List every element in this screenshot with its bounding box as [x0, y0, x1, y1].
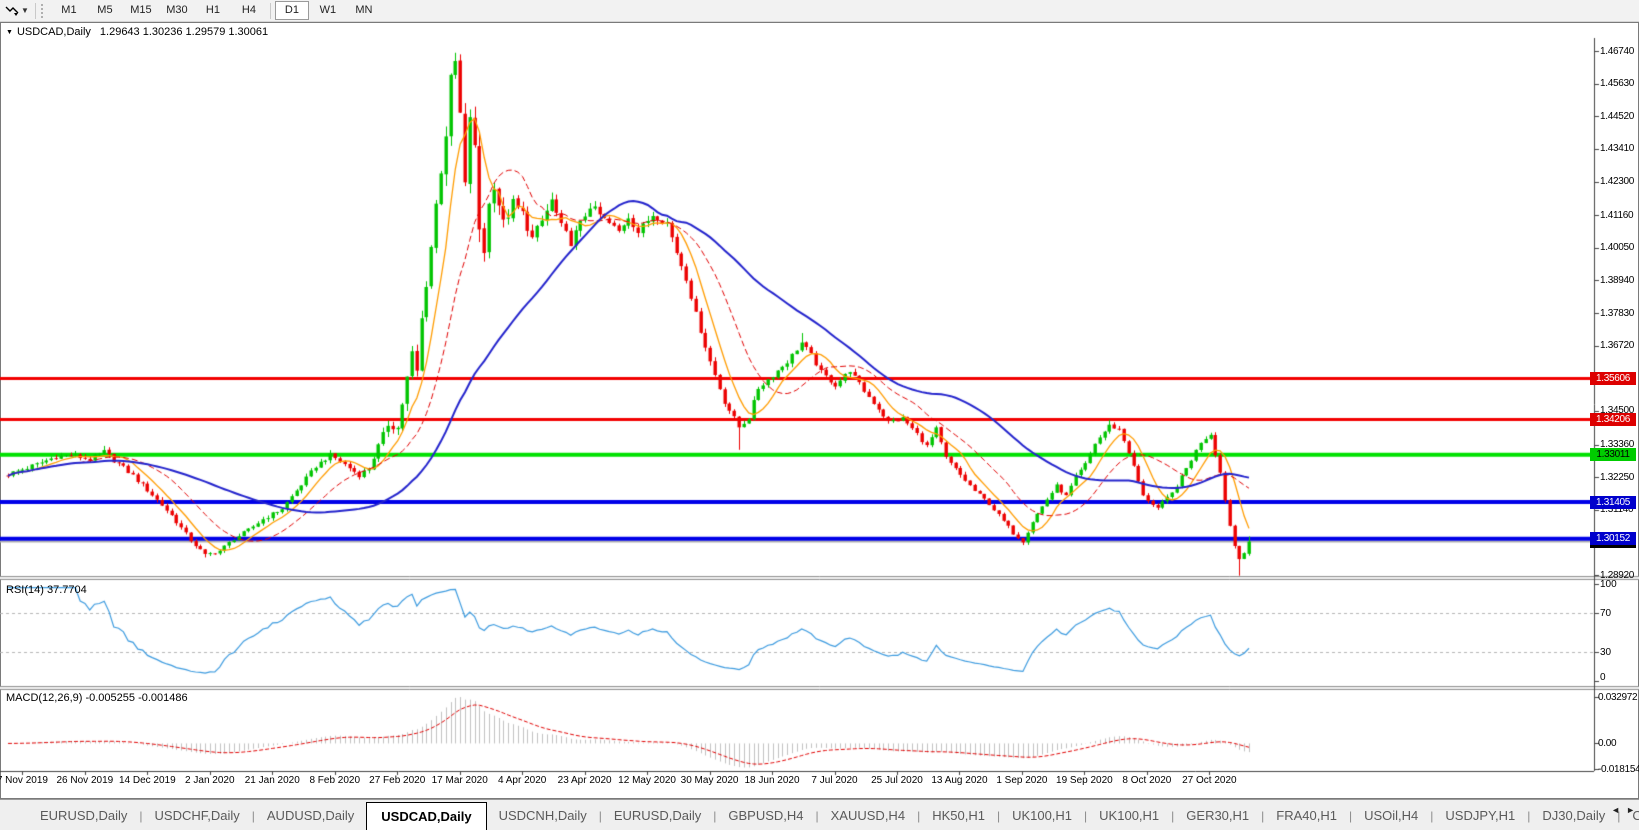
chart-tab-XAUUSD-H4[interactable]: XAUUSD,H4	[819, 804, 917, 828]
chart-ohlc-values: 1.29643 1.30236 1.29579 1.30061	[100, 26, 268, 38]
price-level-badge: 1.35606	[1590, 372, 1636, 385]
chart-tab-USOil-H4[interactable]: USOil,H4	[1352, 804, 1430, 828]
chevron-down-icon[interactable]: ▼	[21, 6, 29, 15]
timeframe-button-H1[interactable]: H1	[196, 1, 230, 20]
chart-tab-FRA40-H1[interactable]: FRA40,H1	[1264, 804, 1349, 828]
price-level-badge: 1.30152	[1590, 532, 1636, 545]
toolbar-separator	[270, 3, 271, 19]
timeframe-button-M5[interactable]: M5	[88, 1, 122, 20]
timeframe-button-H4[interactable]: H4	[232, 1, 266, 20]
chart-cursor-icon[interactable]	[4, 3, 20, 19]
chart-symbol-period: USDCAD,Daily	[17, 26, 91, 38]
chart-tab-USDCHF-Daily[interactable]: USDCHF,Daily	[143, 804, 252, 828]
price-axis[interactable]	[1594, 38, 1639, 771]
timeframe-toolbar: ▼ M1M5M15M30H1H4 D1W1MN	[0, 0, 1639, 22]
tab-scroll-arrows: ◄ ►	[1611, 805, 1635, 815]
main-price-pane[interactable]	[0, 38, 1594, 576]
price-level-badge: 1.31405	[1590, 496, 1636, 509]
price-level-badge: 1.34206	[1590, 413, 1636, 426]
timeframe-button-D1[interactable]: D1	[275, 1, 309, 20]
timeframe-buttons: M1M5M15M30H1H4 D1W1MN	[51, 1, 382, 20]
time-axis[interactable]	[0, 771, 1594, 795]
chart-tab-USDJPY-H1[interactable]: USDJPY,H1	[1433, 804, 1527, 828]
chart-tabs: EURUSD,Daily|USDCHF,Daily|AUDUSD,DailyUS…	[28, 800, 1639, 830]
macd-pane[interactable]	[0, 690, 1594, 771]
chart-tab-USDCAD-Daily[interactable]: USDCAD,Daily	[366, 802, 486, 830]
chart-tab-HK50-H1[interactable]: HK50,H1	[920, 804, 997, 828]
price-level-badge: 1.33011	[1590, 448, 1636, 461]
chart-tab-AUDUSD-Daily[interactable]: AUDUSD,Daily	[255, 804, 366, 828]
timeframe-button-MN[interactable]: MN	[347, 1, 381, 20]
timeframe-button-M1[interactable]: M1	[52, 1, 86, 20]
chart-tab-EURUSD-Daily[interactable]: EURUSD,Daily	[602, 804, 713, 828]
chart-tab-bar: EURUSD,Daily|USDCHF,Daily|AUDUSD,DailyUS…	[0, 799, 1639, 830]
toolbar-separator	[35, 3, 36, 19]
mt4-terminal: ▼ M1M5M15M30H1H4 D1W1MN ▼ USDCAD,Daily 1.29…	[0, 0, 1639, 830]
chart-tab-UK100-H1[interactable]: UK100,H1	[1000, 804, 1084, 828]
timeframe-button-M15[interactable]: M15	[124, 1, 158, 20]
chart-menu-icon[interactable]: ▼	[6, 29, 13, 36]
chart-tab-UK100-H1[interactable]: UK100,H1	[1087, 804, 1171, 828]
rsi-pane[interactable]	[0, 580, 1594, 686]
tab-scroll-left-icon[interactable]: ◄	[1611, 805, 1620, 815]
chart-tab-EURUSD-Daily[interactable]: EURUSD,Daily	[28, 804, 139, 828]
tab-scroll-right-icon[interactable]: ►	[1626, 805, 1635, 815]
timeframe-button-W1[interactable]: W1	[311, 1, 345, 20]
toolbar-drag-grip[interactable]	[41, 4, 46, 18]
timeframe-button-M30[interactable]: M30	[160, 1, 194, 20]
chart-tab-GBPUSD-H4[interactable]: GBPUSD,H4	[716, 804, 815, 828]
chart-tab-USDCNH-Daily[interactable]: USDCNH,Daily	[487, 804, 599, 828]
chart-tab-DJ30-Daily[interactable]: DJ30,Daily	[1530, 804, 1617, 828]
chart-tab-GER30-H1[interactable]: GER30,H1	[1174, 804, 1261, 828]
